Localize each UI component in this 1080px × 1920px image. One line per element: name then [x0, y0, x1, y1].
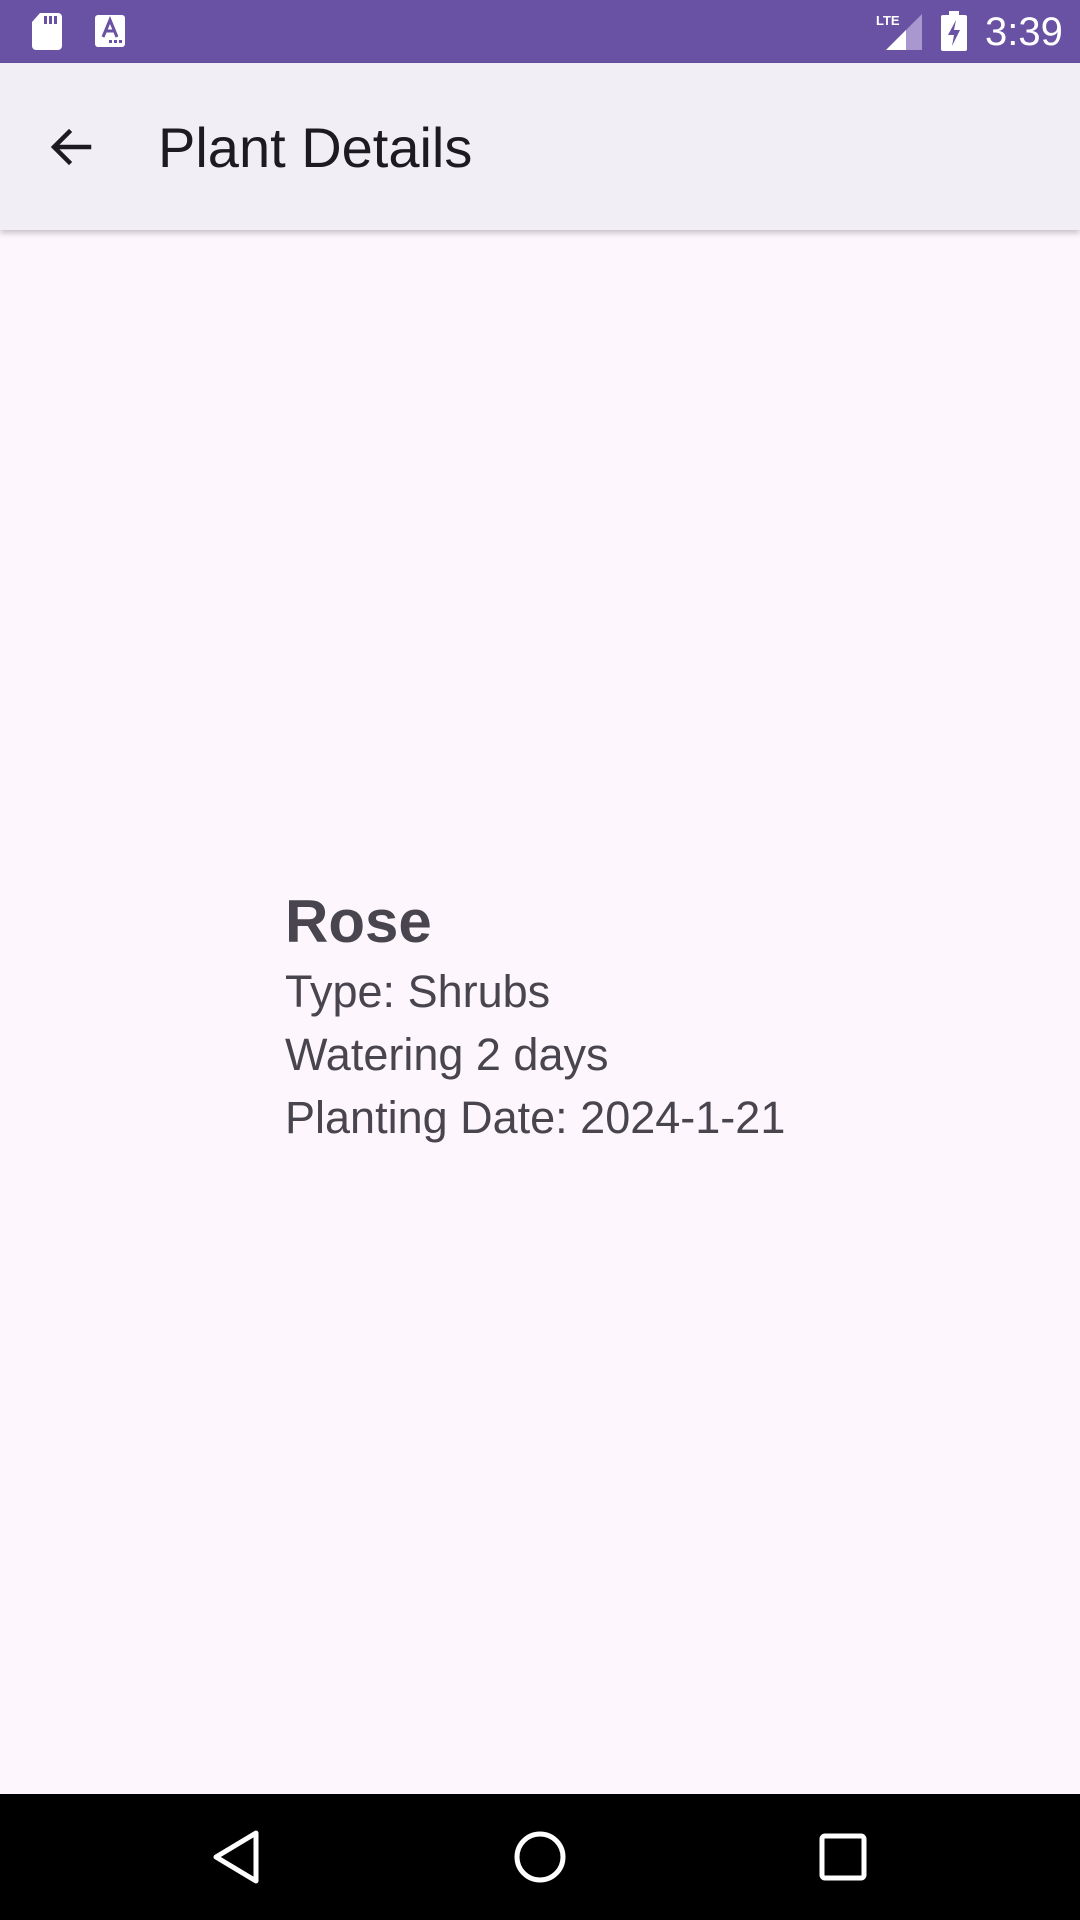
battery-charging-icon — [941, 11, 967, 51]
sd-card-icon — [32, 13, 62, 50]
status-bar: LTE 3:39 — [0, 0, 1080, 63]
back-button[interactable] — [30, 111, 112, 183]
plant-watering: Watering 2 days — [285, 1029, 609, 1080]
plant-name: Rose — [285, 888, 432, 955]
system-navigation-bar — [0, 1794, 1080, 1920]
svg-text:LTE: LTE — [876, 13, 900, 28]
home-circle-icon — [514, 1831, 566, 1883]
plant-details-card: Rose Type: Shrubs Watering 2 days Planti… — [285, 886, 785, 1149]
arrow-back-icon — [50, 128, 92, 166]
clock: 3:39 — [985, 10, 1063, 54]
nav-recents-button[interactable] — [803, 1819, 883, 1895]
plant-planting-date: Planting Date: 2024-1-21 — [285, 1092, 786, 1143]
nav-home-button[interactable] — [500, 1819, 580, 1895]
plant-type: Type: Shrubs — [285, 966, 551, 1017]
back-triangle-icon — [213, 1830, 259, 1884]
top-app-bar: Plant Details — [0, 63, 1080, 230]
page-title: Plant Details — [158, 116, 473, 179]
nav-back-button[interactable] — [196, 1819, 276, 1895]
lte-signal-icon: LTE — [876, 13, 922, 50]
recents-square-icon — [819, 1833, 867, 1881]
plant-details-content: Rose Type: Shrubs Watering 2 days Planti… — [0, 230, 1080, 1794]
text-a-icon — [95, 15, 125, 47]
